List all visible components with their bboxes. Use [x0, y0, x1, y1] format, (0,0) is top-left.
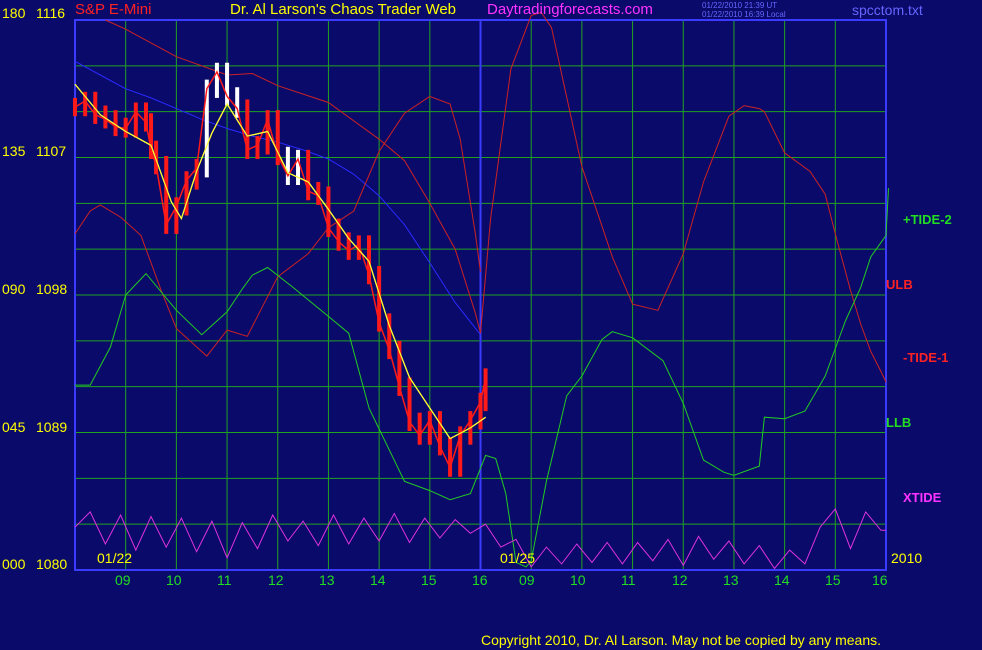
legend-ulb: ULB — [886, 277, 913, 292]
y-label-osc-3: 045 — [2, 419, 26, 435]
x-tick-13: 14 — [774, 572, 790, 588]
y-label-price-0: 1116 — [36, 5, 66, 21]
legend-llb: LLB — [886, 415, 912, 430]
x-tick-5: 14 — [370, 572, 386, 588]
x-tick-2: 11 — [217, 572, 232, 588]
legend-xtide: XTIDE — [903, 490, 942, 505]
x-tick-15: 16 — [872, 572, 888, 588]
y-label-price-2: 1098 — [36, 281, 68, 297]
header-file: spcctom.txt — [852, 2, 923, 18]
x-tick-4: 13 — [319, 572, 335, 588]
x-tick-1: 10 — [166, 572, 182, 588]
y-label-osc-2: 090 — [2, 281, 26, 297]
x-tick-14: 15 — [825, 572, 841, 588]
x-tick-7: 16 — [472, 572, 488, 588]
date-label-0125: 01/25 — [500, 550, 536, 566]
y-label-osc-1: 135 — [2, 143, 26, 159]
copyright: Copyright 2010, Dr. Al Larson. May not b… — [481, 632, 882, 648]
x-tick-3: 12 — [268, 572, 284, 588]
x-tick-10: 11 — [621, 572, 636, 588]
x-tick-12: 13 — [723, 572, 739, 588]
header-time-local: 01/22/2010 16:39 Local — [702, 10, 786, 19]
year-label: 2010 — [891, 550, 923, 566]
header-symbol: S&P E-Mini — [75, 1, 152, 18]
y-label-osc-0: 180 — [2, 5, 26, 21]
grid-lines — [74, 19, 887, 571]
x-tick-11: 12 — [672, 572, 688, 588]
legend-tide2: +TIDE-2 — [903, 212, 952, 227]
chart-canvas — [73, 11, 889, 571]
x-tick-9: 10 — [570, 572, 586, 588]
y-label-price-3: 1089 — [36, 419, 68, 435]
header-title: Dr. Al Larson's Chaos Trader Web — [230, 1, 457, 18]
x-tick-6: 15 — [421, 572, 437, 588]
legend-tide1: -TIDE-1 — [903, 350, 949, 365]
x-tick-8: 09 — [519, 572, 535, 588]
header-time-ut: 01/22/2010 21:39 UT — [702, 1, 778, 10]
y-label-price-1: 1107 — [36, 143, 67, 159]
x-tick-0: 09 — [115, 572, 131, 588]
y-label-osc-4: 000 — [2, 556, 26, 572]
header-site: Daytradingforecasts.com — [487, 1, 653, 18]
y-label-price-4: 1080 — [36, 556, 68, 572]
date-label-0122: 01/22 — [97, 550, 133, 566]
